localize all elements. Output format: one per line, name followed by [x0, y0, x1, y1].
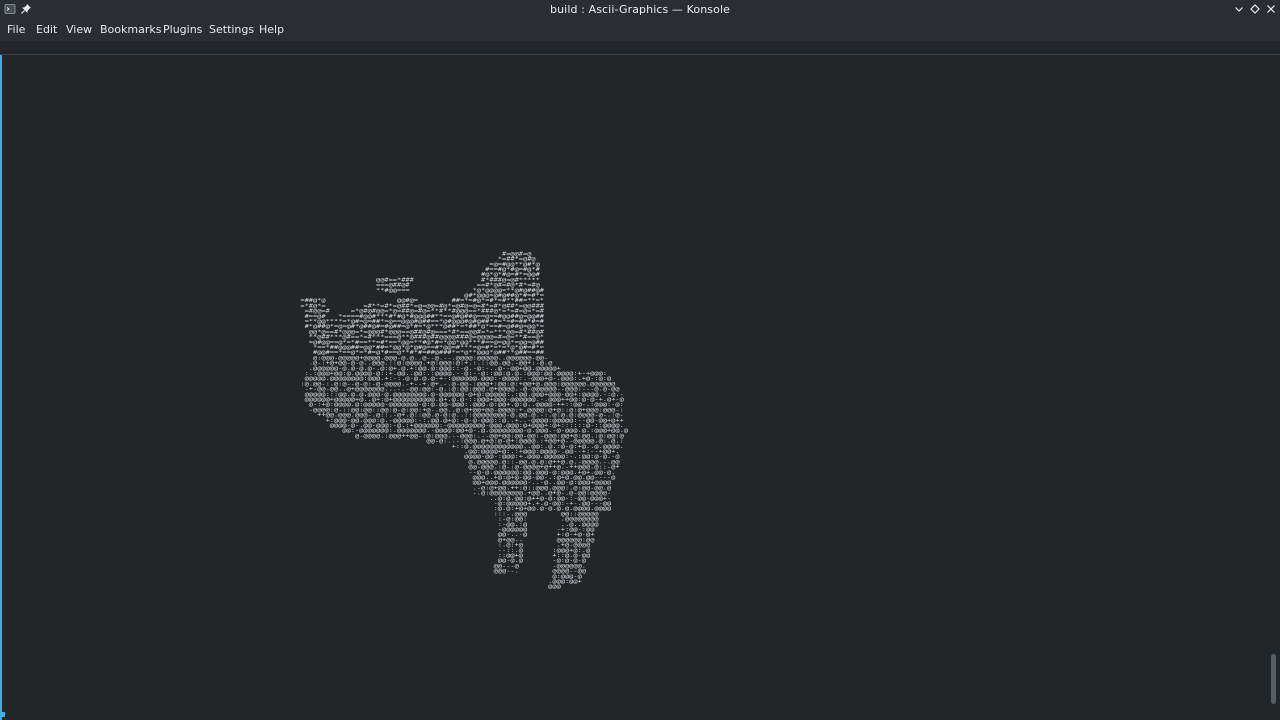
terminal-panel: #=@@#=@ *=##*=@#@ =@=#@@**@#*@ #==#@*#@=#@*… [0, 41, 1280, 720]
terminal-display[interactable]: #=@@#=@ *=##*=@#@ =@=#@@**@#*@ #==#@*#@=#@*… [2, 55, 1267, 720]
terminal-scrollbar[interactable] [1267, 55, 1280, 720]
minimize-chevron-icon[interactable] [1233, 3, 1245, 15]
ascii-row: @@@--. [494, 569, 519, 575]
cursor-marker [2, 712, 5, 717]
menu-bar: File Edit View Bookmarks Plugins Setting… [0, 19, 1280, 41]
ascii-row: **#@@=== [376, 288, 410, 294]
menu-settings[interactable]: Settings [209, 23, 254, 36]
menu-view[interactable]: View [66, 23, 92, 36]
menu-bookmarks[interactable]: Bookmarks [100, 23, 161, 36]
ascii-art-render: #=@@#=@*=##*=@#@=@=#@@**@#*@#==#@*#@=#@*… [300, 251, 628, 590]
menu-edit[interactable]: Edit [36, 23, 57, 36]
maximize-diamond-icon[interactable] [1249, 3, 1261, 15]
close-x-icon[interactable] [1265, 3, 1277, 15]
menu-file[interactable]: File [7, 23, 25, 36]
menu-plugins[interactable]: Plugins [163, 23, 202, 36]
menu-help[interactable]: Help [259, 23, 284, 36]
window-titlebar[interactable]: build : Ascii-Graphics — Konsole [0, 0, 1280, 19]
window-title: build : Ascii-Graphics — Konsole [550, 3, 730, 16]
scrollbar-handle[interactable] [1271, 654, 1276, 704]
ascii-glyph-field: #=@@#=@*=##*=@#@=@=#@@**@#*@#==#@*#@=#@*… [300, 251, 628, 590]
ascii-row: @@@ [548, 584, 561, 590]
